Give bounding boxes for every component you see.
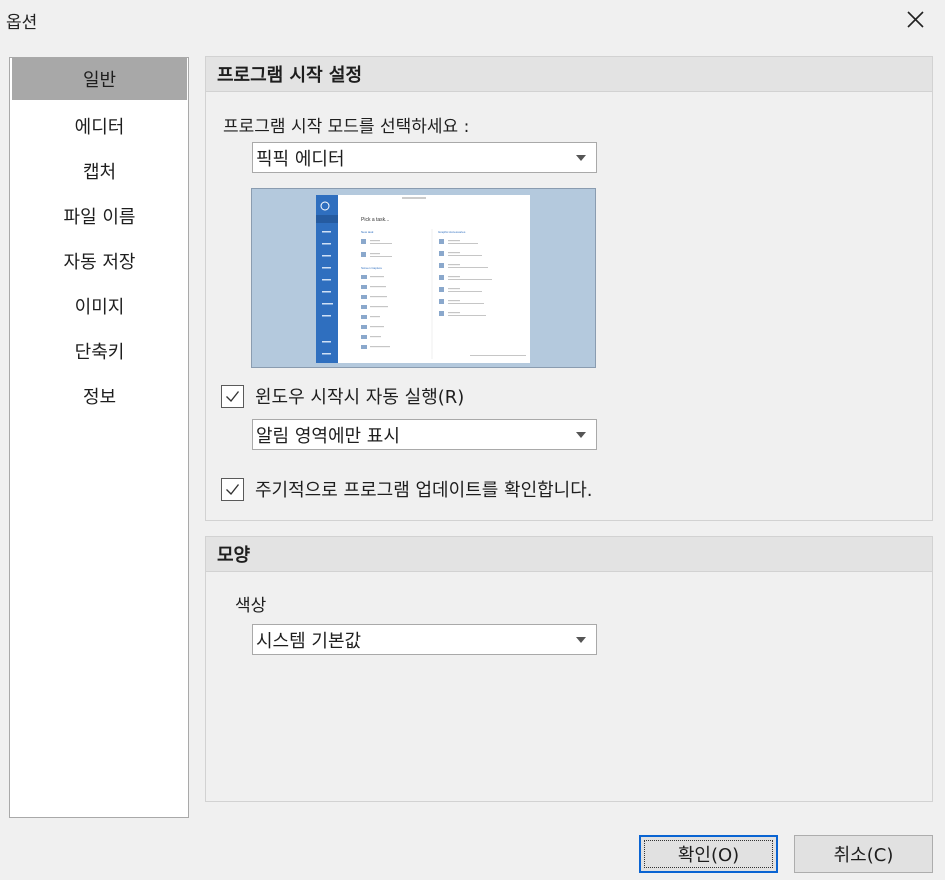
ok-button[interactable]: 확인(O) (639, 835, 778, 873)
checkmark-icon (226, 483, 240, 495)
close-icon (906, 10, 924, 28)
update-checkbox-row[interactable]: 주기적으로 프로그램 업데이트를 확인합니다. (221, 476, 593, 502)
appearance-heading: 모양 (206, 537, 932, 572)
category-sidebar: 일반 에디터 캡처 파일 이름 자동 저장 이미지 단축키 정보 (9, 57, 189, 818)
color-label: 색상 (235, 596, 267, 616)
sidebar-item-image[interactable]: 이미지 (12, 285, 187, 327)
preview-heading: Pick a task... (361, 217, 389, 223)
autorun-checkbox[interactable] (221, 384, 244, 408)
sidebar-item-general[interactable]: 일반 (12, 58, 187, 100)
cancel-button[interactable]: 취소(C) (794, 835, 933, 873)
preview-section-graphics: Graphic Accessories (438, 230, 466, 234)
startup-settings-group: 프로그램 시작 설정 프로그램 시작 모드를 선택하세요 : 픽픽 에디터 Pi… (205, 56, 933, 521)
window-title: 옵션 (6, 13, 38, 33)
cancel-button-label: 취소(C) (833, 845, 894, 866)
update-check-label: 주기적으로 프로그램 업데이트를 확인합니다. (255, 480, 593, 501)
sidebar-item-filename[interactable]: 파일 이름 (12, 195, 187, 237)
preview-section-new: New task (361, 230, 374, 234)
startup-mode-select[interactable]: 픽픽 에디터 (252, 142, 597, 173)
autorun-mode-value: 알림 영역에만 표시 (256, 425, 400, 447)
startup-mode-preview: Pick a task... New task Screen Capture G… (251, 188, 596, 368)
sidebar-item-capture[interactable]: 캡처 (12, 150, 187, 192)
color-theme-value: 시스템 기본값 (256, 630, 362, 652)
chevron-down-icon (576, 432, 586, 438)
chevron-down-icon (576, 155, 586, 161)
update-checkbox[interactable] (221, 477, 244, 501)
startup-mode-value: 픽픽 에디터 (256, 148, 345, 170)
sidebar-item-editor[interactable]: 에디터 (12, 105, 187, 147)
autorun-checkbox-row[interactable]: 윈도우 시작시 자동 실행(R) (221, 383, 464, 409)
autorun-label: 윈도우 시작시 자동 실행(R) (255, 387, 465, 408)
focus-rectangle (644, 840, 773, 868)
sidebar-item-about[interactable]: 정보 (12, 375, 187, 417)
chevron-down-icon (576, 637, 586, 643)
checkmark-icon (226, 390, 240, 402)
autorun-mode-select[interactable]: 알림 영역에만 표시 (252, 419, 597, 450)
startup-mode-label: 프로그램 시작 모드를 선택하세요 : (223, 117, 470, 137)
preview-section-capture: Screen Capture (361, 266, 382, 270)
color-theme-select[interactable]: 시스템 기본값 (252, 624, 597, 655)
appearance-group: 모양 색상 시스템 기본값 (205, 536, 933, 802)
editor-preview-image: Pick a task... New task Screen Capture G… (252, 189, 595, 367)
close-button[interactable] (898, 4, 932, 34)
sidebar-item-autosave[interactable]: 자동 저장 (12, 240, 187, 282)
sidebar-item-shortcuts[interactable]: 단축키 (12, 330, 187, 372)
startup-settings-heading: 프로그램 시작 설정 (206, 57, 932, 92)
